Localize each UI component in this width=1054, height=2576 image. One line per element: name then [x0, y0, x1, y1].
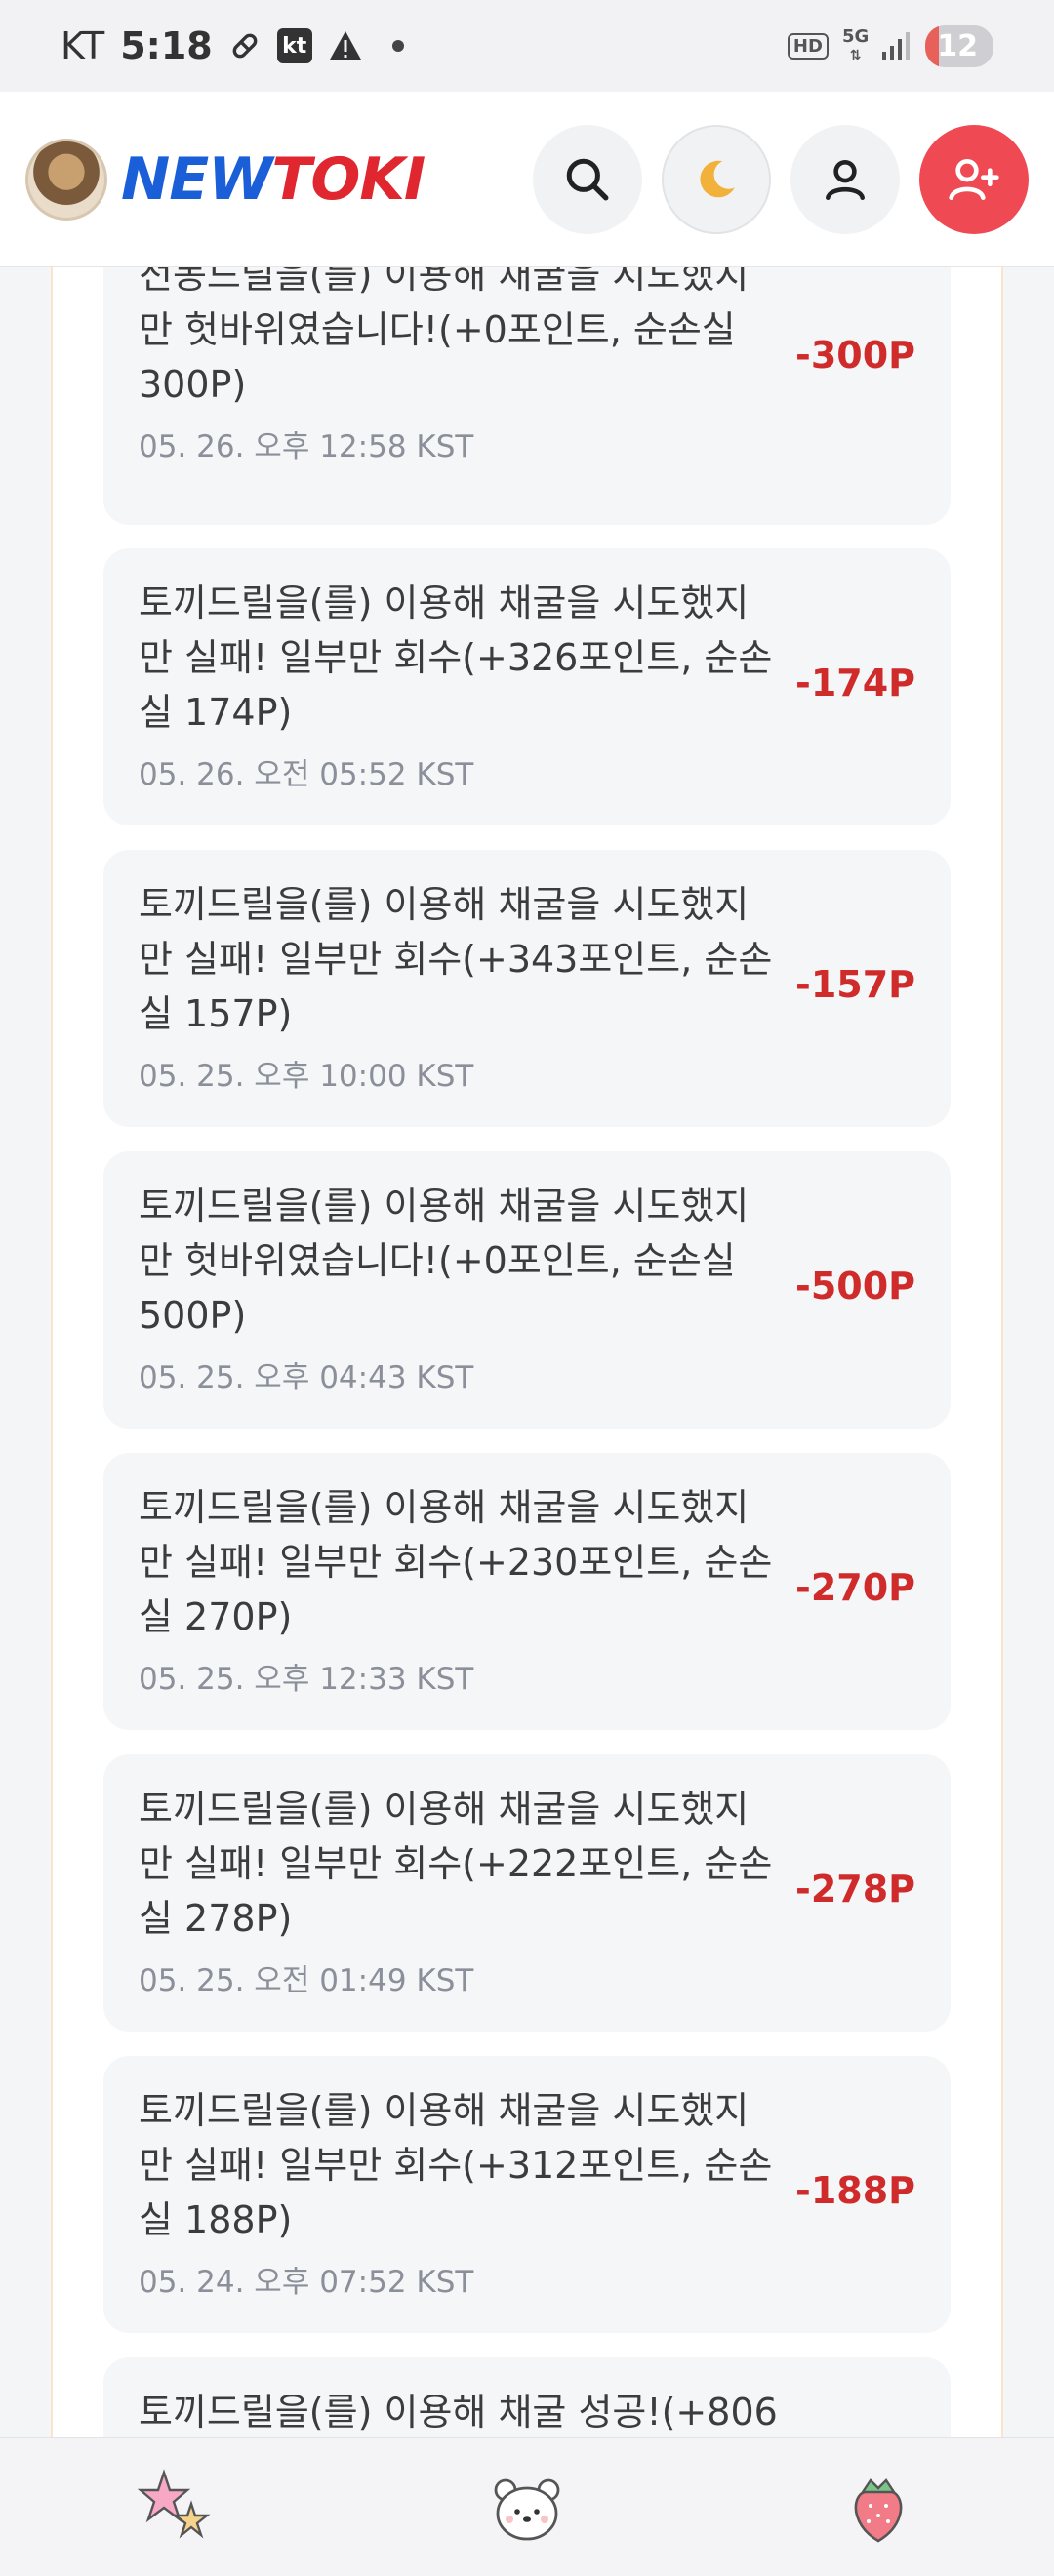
- entry-amount: -500P: [795, 1265, 915, 1308]
- dark-mode-toggle[interactable]: [662, 124, 771, 234]
- network-label: 5G: [841, 25, 870, 47]
- entry-amount: -270P: [795, 1566, 915, 1609]
- user-icon: [826, 159, 865, 200]
- clock: 5:18: [120, 24, 213, 67]
- kt-app-icon: kt: [276, 28, 312, 63]
- history-entry: 토끼드릴을(를) 이용해 채굴을 시도했지만 실패! 일부만 회수(+312포인…: [103, 2056, 951, 2333]
- notification-dot-icon: [391, 40, 404, 52]
- logo-toki: TOKI: [271, 144, 426, 214]
- entry-time: 05. 24. 오후 07:52 KST: [139, 2265, 474, 2300]
- network-5g-icon: 5G ⇅: [841, 25, 870, 63]
- entry-time: 05. 25. 오후 04:43 KST: [139, 1360, 474, 1395]
- entry-message: 토끼드릴을(를) 이용해 채굴을 시도했지만 실패! 일부만 회수(+343포인…: [139, 883, 773, 1035]
- status-bar: KT 5:18 kt HD 5G ⇅ 12: [0, 0, 1054, 92]
- history-entry: 토끼드릴을(를) 이용해 채굴을 시도했지만 실패! 일부만 회수(+230포인…: [103, 1453, 951, 1730]
- strawberry-icon: [854, 2477, 903, 2543]
- signal-icon: [882, 32, 912, 60]
- bottom-nav: [0, 2437, 1054, 2576]
- history-entry: 토끼드릴을(를) 이용해 채굴을 시도했지만 헛바위였습니다!(+0포인트, 순…: [103, 1151, 951, 1429]
- entry-time: 05. 26. 오후 12:58 KST: [139, 429, 474, 464]
- carrier-label: KT: [61, 24, 105, 67]
- link-icon: [228, 29, 262, 62]
- logo-avatar-icon[interactable]: [25, 138, 107, 221]
- entry-message: 토끼드릴을(를) 이용해 채굴을 시도했지만 실패! 일부만 회수(+326포인…: [139, 582, 773, 734]
- entry-time: 05. 25. 오후 10:00 KST: [139, 1059, 474, 1094]
- bear-icon: [494, 2478, 560, 2540]
- nav-bear[interactable]: [483, 2464, 571, 2552]
- site-logo[interactable]: NEWTOKI: [121, 144, 426, 214]
- entry-message: 토끼드릴을(를) 이용해 채굴을 시도했지만 실패! 일부만 회수(+312포인…: [139, 2089, 773, 2241]
- entry-amount: -188P: [795, 2169, 915, 2212]
- logo-new: NEW: [121, 144, 272, 214]
- add-user-button[interactable]: [919, 124, 1029, 234]
- history-entry: 토끼드릴을(를) 이용해 채굴을 시도했지만 실패! 일부만 회수(+343포인…: [103, 850, 951, 1127]
- moon-icon: [700, 160, 735, 197]
- history-entry: 전동드릴을(를) 이용해 채굴을 시도했지만 헛바위였습니다!(+0포인트, 순…: [103, 267, 951, 525]
- entry-amount: -278P: [795, 1868, 915, 1911]
- entry-time: 05. 25. 오후 12:33 KST: [139, 1662, 474, 1697]
- warning-icon: [328, 29, 363, 62]
- entry-amount: -300P: [795, 334, 915, 377]
- entry-message: 토끼드릴을(를) 이용해 채굴을 시도했지만 실패! 일부만 회수(+222포인…: [139, 1788, 773, 1940]
- app-header: NEWTOKI: [0, 92, 1054, 267]
- nav-stars[interactable]: [132, 2464, 220, 2552]
- profile-button[interactable]: [790, 124, 900, 234]
- search-button[interactable]: [533, 124, 642, 234]
- nav-strawberry[interactable]: [834, 2464, 922, 2552]
- battery-indicator: 12: [925, 24, 993, 67]
- entry-time: 05. 26. 오전 05:52 KST: [139, 757, 474, 792]
- history-entry: 토끼드릴을(를) 이용해 채굴을 시도했지만 실패! 일부만 회수(+326포인…: [103, 548, 951, 825]
- entry-time: 05. 25. 오전 01:49 KST: [139, 1963, 474, 1998]
- point-history-panel: 전동드릴을(를) 이용해 채굴을 시도했지만 헛바위였습니다!(+0포인트, 순…: [51, 267, 1003, 2437]
- history-entry: 토끼드릴을(를) 이용해 채굴 성공!(+806: [103, 2357, 951, 2437]
- hd-voice-icon: HD: [787, 32, 829, 60]
- entry-message: 토끼드릴을(를) 이용해 채굴을 시도했지만 헛바위였습니다!(+0포인트, 순…: [139, 1185, 750, 1337]
- entry-amount: -174P: [795, 662, 915, 704]
- battery-level: 12: [937, 28, 978, 63]
- search-icon: [566, 158, 609, 200]
- history-entry: 토끼드릴을(를) 이용해 채굴을 시도했지만 실패! 일부만 회수(+222포인…: [103, 1754, 951, 2032]
- entry-message: 토끼드릴을(를) 이용해 채굴 성공!(+806: [139, 2391, 778, 2434]
- entry-message: 토끼드릴을(를) 이용해 채굴을 시도했지만 실패! 일부만 회수(+230포인…: [139, 1486, 773, 1638]
- add-user-icon: [949, 158, 999, 200]
- stars-icon: [137, 2468, 211, 2538]
- entry-message: 전동드릴을(를) 이용해 채굴을 시도했지만 헛바위였습니다!(+0포인트, 순…: [139, 267, 750, 406]
- entry-amount: -157P: [795, 963, 915, 1006]
